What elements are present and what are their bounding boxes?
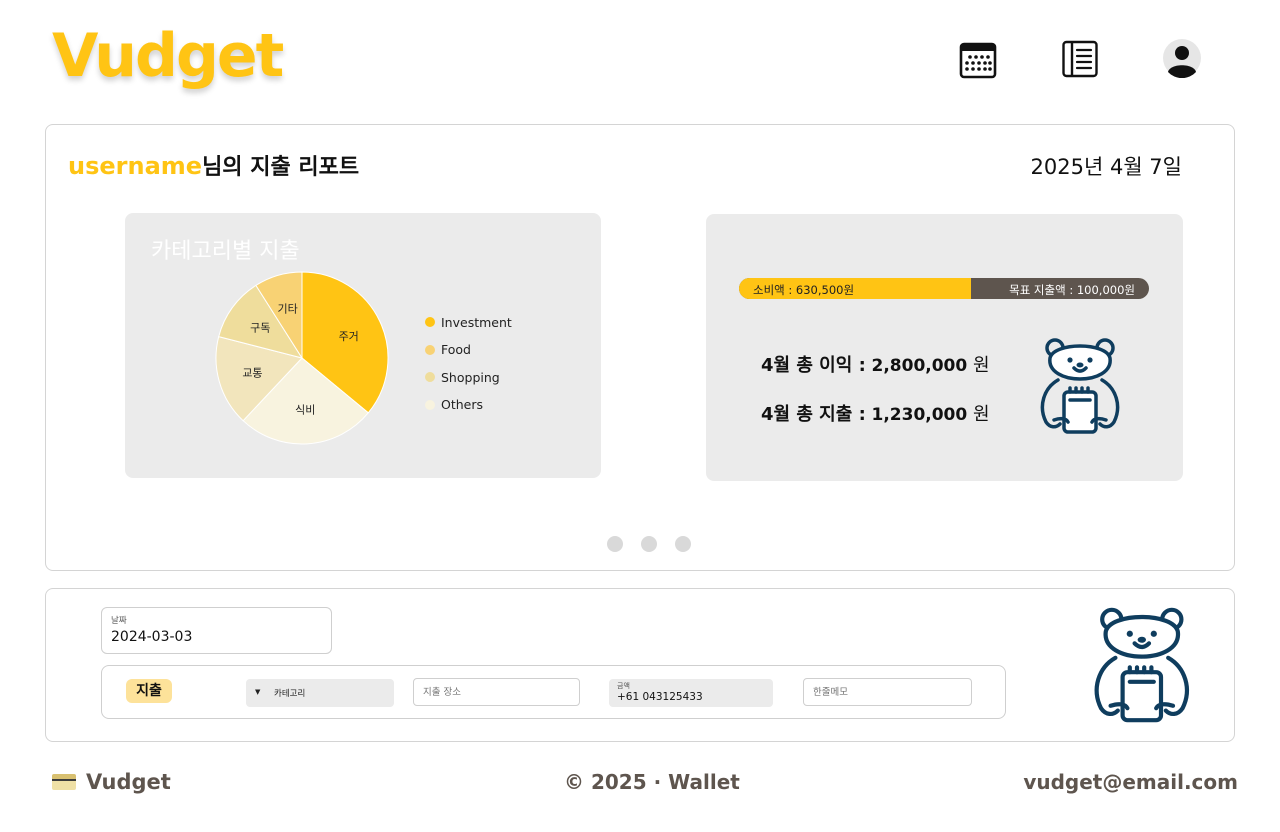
amount-field-value: +61 043125433	[617, 691, 703, 703]
username: username	[68, 152, 203, 180]
report-title: username님의 지출 리포트	[68, 149, 359, 181]
app-logo[interactable]: Vudget	[52, 26, 284, 86]
pie-chart: 주거식비 교통 구독 기타	[215, 271, 389, 445]
entry-type-badge[interactable]: 지출	[126, 679, 172, 703]
carousel-dots	[607, 536, 691, 552]
pie-slice-label: 주거	[339, 330, 359, 343]
category-select-placeholder: 카테고리	[274, 689, 306, 699]
profile-icon[interactable]	[1162, 38, 1202, 78]
expense-label: 4월 총 지출 :	[761, 404, 866, 425]
income-label: 4월 총 이익 :	[761, 355, 866, 376]
income-unit: 원	[972, 355, 990, 376]
carousel-dot[interactable]	[675, 536, 691, 552]
income-summary: 4월 총 이익 : 2,800,000 원	[761, 351, 990, 377]
report-card: username님의 지출 리포트 2025년 4월 7일 카테고리별 지출 주…	[45, 124, 1235, 571]
report-date: 2025년 4월 7일	[1030, 155, 1182, 179]
legend-item: Food	[425, 337, 512, 363]
pie-slice-label: 교통	[242, 366, 262, 379]
amount-field-label: 금액	[617, 682, 630, 690]
bear-mascot-icon	[1094, 607, 1189, 723]
date-field[interactable]: 날짜 2024-03-03	[101, 607, 332, 654]
legend-dot	[425, 372, 435, 382]
legend-label: Investment	[441, 314, 512, 330]
date-field-label: 날짜	[111, 616, 127, 626]
date-field-value: 2024-03-03	[111, 629, 193, 645]
summary-panel: 소비액 : 630,500원 목표 지출액 : 100,000원 4월 총 이익…	[706, 214, 1183, 481]
legend-label: Food	[441, 342, 471, 357]
legend-dot	[425, 399, 435, 410]
carousel-dot[interactable]	[607, 536, 623, 552]
pie-slice-label: 구독	[250, 322, 270, 335]
legend-dot	[425, 344, 435, 355]
chart-legend: Investment Food Shopping Others	[425, 309, 512, 419]
ledger-icon[interactable]	[1061, 39, 1101, 79]
pie-slice-label: 기타	[277, 302, 297, 315]
legend-label: Shopping	[441, 369, 500, 385]
expense-entry-card: 날짜 2024-03-03 지출 ▼ 카테고리 금액 +61 043125433	[45, 588, 1235, 742]
footer-brand-text: Vudget	[86, 770, 171, 794]
bear-mascot-icon	[1040, 338, 1120, 434]
legend-item: Investment	[425, 309, 512, 335]
goal-amount-label: 목표 지출액 : 100,000원	[1009, 283, 1135, 297]
footer-copyright: © 2025 · Wallet	[564, 770, 740, 794]
category-select[interactable]: ▼ 카테고리	[246, 679, 394, 707]
expense-unit: 원	[972, 404, 990, 425]
legend-label: Others	[441, 397, 484, 412]
carousel-dot[interactable]	[641, 536, 657, 552]
category-chart-panel: 카테고리별 지출 주거 식비 교통 구독 기타 Investment Food Shoppi…	[125, 213, 601, 478]
place-input[interactable]	[413, 678, 580, 706]
credit-card-icon	[52, 774, 76, 790]
legend-item: Others	[425, 392, 512, 418]
expense-summary: 4월 총 지출 : 1,230,000 원	[761, 400, 990, 426]
entry-row: 지출 ▼ 카테고리 금액 +61 043125433	[101, 665, 1006, 719]
expense-amount: 1,230,000	[871, 405, 968, 425]
report-title-suffix: 님의 지출 리포트	[202, 155, 360, 180]
memo-input[interactable]	[803, 678, 972, 706]
footer-brand[interactable]: Vudget	[52, 770, 171, 794]
income-amount: 2,800,000	[871, 356, 968, 376]
spent-amount-label: 소비액 : 630,500원	[753, 283, 855, 297]
calendar-icon[interactable]	[959, 40, 999, 80]
legend-item: Shopping	[425, 364, 512, 390]
caret-down-icon: ▼	[255, 688, 261, 696]
amount-field[interactable]: 금액 +61 043125433	[609, 679, 773, 707]
budget-progress-bar: 소비액 : 630,500원 목표 지출액 : 100,000원	[739, 278, 1149, 299]
legend-dot	[425, 317, 435, 327]
pie-slice-label: 식비	[295, 403, 315, 416]
footer-email[interactable]: vudget@email.com	[1023, 770, 1238, 794]
